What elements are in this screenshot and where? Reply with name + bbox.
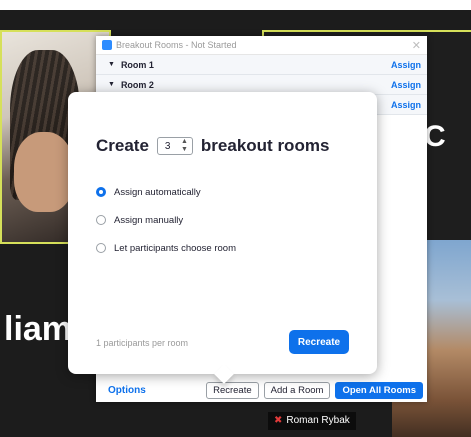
room-count-value[interactable]: 3 — [165, 141, 171, 152]
option-label: Let participants choose room — [114, 242, 236, 254]
window-footer: Options Recreate Add a Room Open All Roo… — [96, 378, 427, 402]
assign-link[interactable]: Assign — [391, 60, 421, 70]
options-link[interactable]: Options — [108, 385, 146, 396]
option-label: Assign automatically — [114, 186, 201, 198]
recreate-button[interactable]: Recreate — [206, 381, 259, 399]
dialog-recreate-button[interactable]: Recreate — [289, 330, 349, 354]
create-label: Create — [96, 136, 149, 155]
participant-face — [14, 132, 74, 212]
participants-per-room-text: 1 participants per room — [96, 338, 189, 348]
room-count-stepper[interactable]: 3 ▲ ▼ — [156, 137, 193, 155]
create-rooms-dialog: Create 3 ▲ ▼ breakout rooms Assign automa… — [68, 92, 377, 384]
radio-selected-icon[interactable] — [96, 187, 106, 197]
window-titlebar: Breakout Rooms - Not Started ✕ — [96, 36, 427, 55]
create-rooms-row: Create 3 ▲ ▼ breakout rooms — [96, 136, 329, 156]
option-let-participants-choose[interactable]: Let participants choose room — [96, 234, 236, 262]
assign-link[interactable]: Assign — [391, 80, 421, 90]
close-icon[interactable]: ✕ — [412, 39, 421, 52]
option-label: Assign manually — [114, 214, 184, 226]
assign-link[interactable]: Assign — [391, 100, 421, 110]
room-label: Room 2 — [120, 79, 154, 90]
room-row[interactable]: ▼ Room 1 Assign — [96, 55, 427, 75]
participant-name: Roman Rybak — [286, 415, 350, 426]
option-assign-manually[interactable]: Assign manually — [96, 206, 236, 234]
add-room-button[interactable]: Add a Room — [263, 381, 331, 399]
radio-icon[interactable] — [96, 243, 106, 253]
radio-icon[interactable] — [96, 215, 106, 225]
open-all-rooms-button[interactable]: Open All Rooms — [335, 381, 423, 399]
collapse-triangle-icon[interactable]: ▼ — [108, 61, 115, 68]
collapse-triangle-icon[interactable]: ▼ — [108, 81, 115, 88]
option-assign-automatically[interactable]: Assign automatically — [96, 178, 236, 206]
mic-muted-icon: ✖ — [274, 415, 283, 426]
room-label: Room 1 — [120, 59, 154, 70]
zoom-logo-icon — [102, 40, 112, 50]
window-title: Breakout Rooms - Not Started — [116, 40, 237, 50]
participant-name-tag: ✖ Roman Rybak — [268, 412, 356, 430]
assignment-options: Assign automatically Assign manually Let… — [96, 178, 236, 262]
breakout-rooms-label: breakout rooms — [200, 136, 330, 155]
stepper-arrows-icon[interactable]: ▲ ▼ — [181, 138, 188, 154]
participant-name-large-left: liam — [4, 310, 73, 348]
